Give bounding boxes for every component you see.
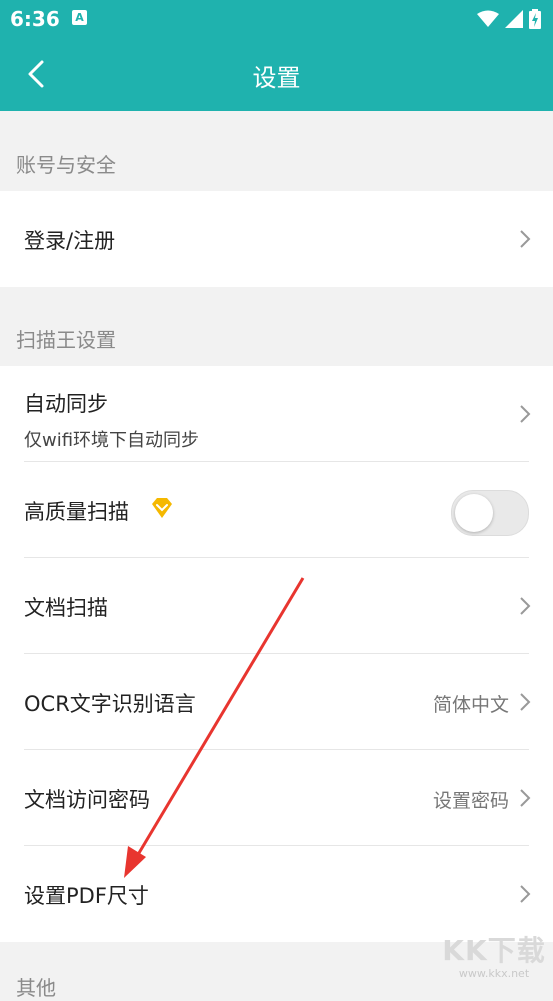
- row-label: 设置PDF尺寸: [24, 884, 149, 908]
- high-quality-scan-toggle[interactable]: [451, 490, 529, 536]
- chevron-right-icon: [520, 597, 531, 615]
- row-label: OCR文字识别语言: [24, 692, 196, 716]
- row-label: 文档访问密码: [24, 788, 150, 812]
- notification-icon: A: [72, 10, 87, 25]
- status-icons: [477, 8, 541, 30]
- toggle-knob: [455, 494, 493, 532]
- app-bar: 设置: [0, 38, 553, 111]
- row-label: 登录/注册: [24, 229, 116, 253]
- row-label: 自动同步: [24, 392, 108, 416]
- row-value: 简体中文: [432, 694, 509, 716]
- battery-charging-icon: [529, 9, 541, 29]
- watermark: KK下载 www.kkx.net: [439, 929, 549, 980]
- login-register-row[interactable]: 登录/注册: [0, 191, 553, 287]
- section-header-account: 账号与安全: [16, 153, 116, 177]
- high-quality-scan-row: 高质量扫描: [0, 462, 553, 558]
- signal-icon: [505, 10, 523, 28]
- account-card: 登录/注册: [0, 191, 553, 287]
- page-title: 设置: [252, 64, 301, 92]
- chevron-right-icon: [520, 405, 531, 423]
- watermark-logo: KK下载: [442, 934, 546, 967]
- ocr-language-row[interactable]: OCR文字识别语言 简体中文: [0, 654, 553, 750]
- wifi-icon: [477, 10, 499, 27]
- auto-sync-row[interactable]: 自动同步 仅wifi环境下自动同步: [0, 366, 553, 462]
- row-sublabel: 仅wifi环境下自动同步: [24, 430, 200, 451]
- row-label: 文档扫描: [24, 596, 108, 620]
- row-label: 高质量扫描: [24, 500, 129, 524]
- status-time: 6:36: [10, 7, 60, 31]
- scanner-settings-card: 自动同步 仅wifi环境下自动同步 高质量扫描 文档扫描 OCR文字识别语言 简…: [0, 366, 553, 942]
- chevron-right-icon: [520, 885, 531, 903]
- pdf-size-row[interactable]: 设置PDF尺寸: [0, 846, 553, 942]
- chevron-right-icon: [520, 693, 531, 711]
- document-password-row[interactable]: 文档访问密码 设置密码: [0, 750, 553, 846]
- status-bar: 6:36 A: [0, 0, 553, 38]
- chevron-right-icon: [520, 230, 531, 248]
- chevron-right-icon: [520, 789, 531, 807]
- document-scan-row[interactable]: 文档扫描: [0, 558, 553, 654]
- row-value: 设置密码: [432, 790, 509, 812]
- vip-diamond-icon: [152, 498, 172, 518]
- section-header-other: 其他: [16, 976, 56, 1000]
- section-header-scanner: 扫描王设置: [16, 328, 116, 352]
